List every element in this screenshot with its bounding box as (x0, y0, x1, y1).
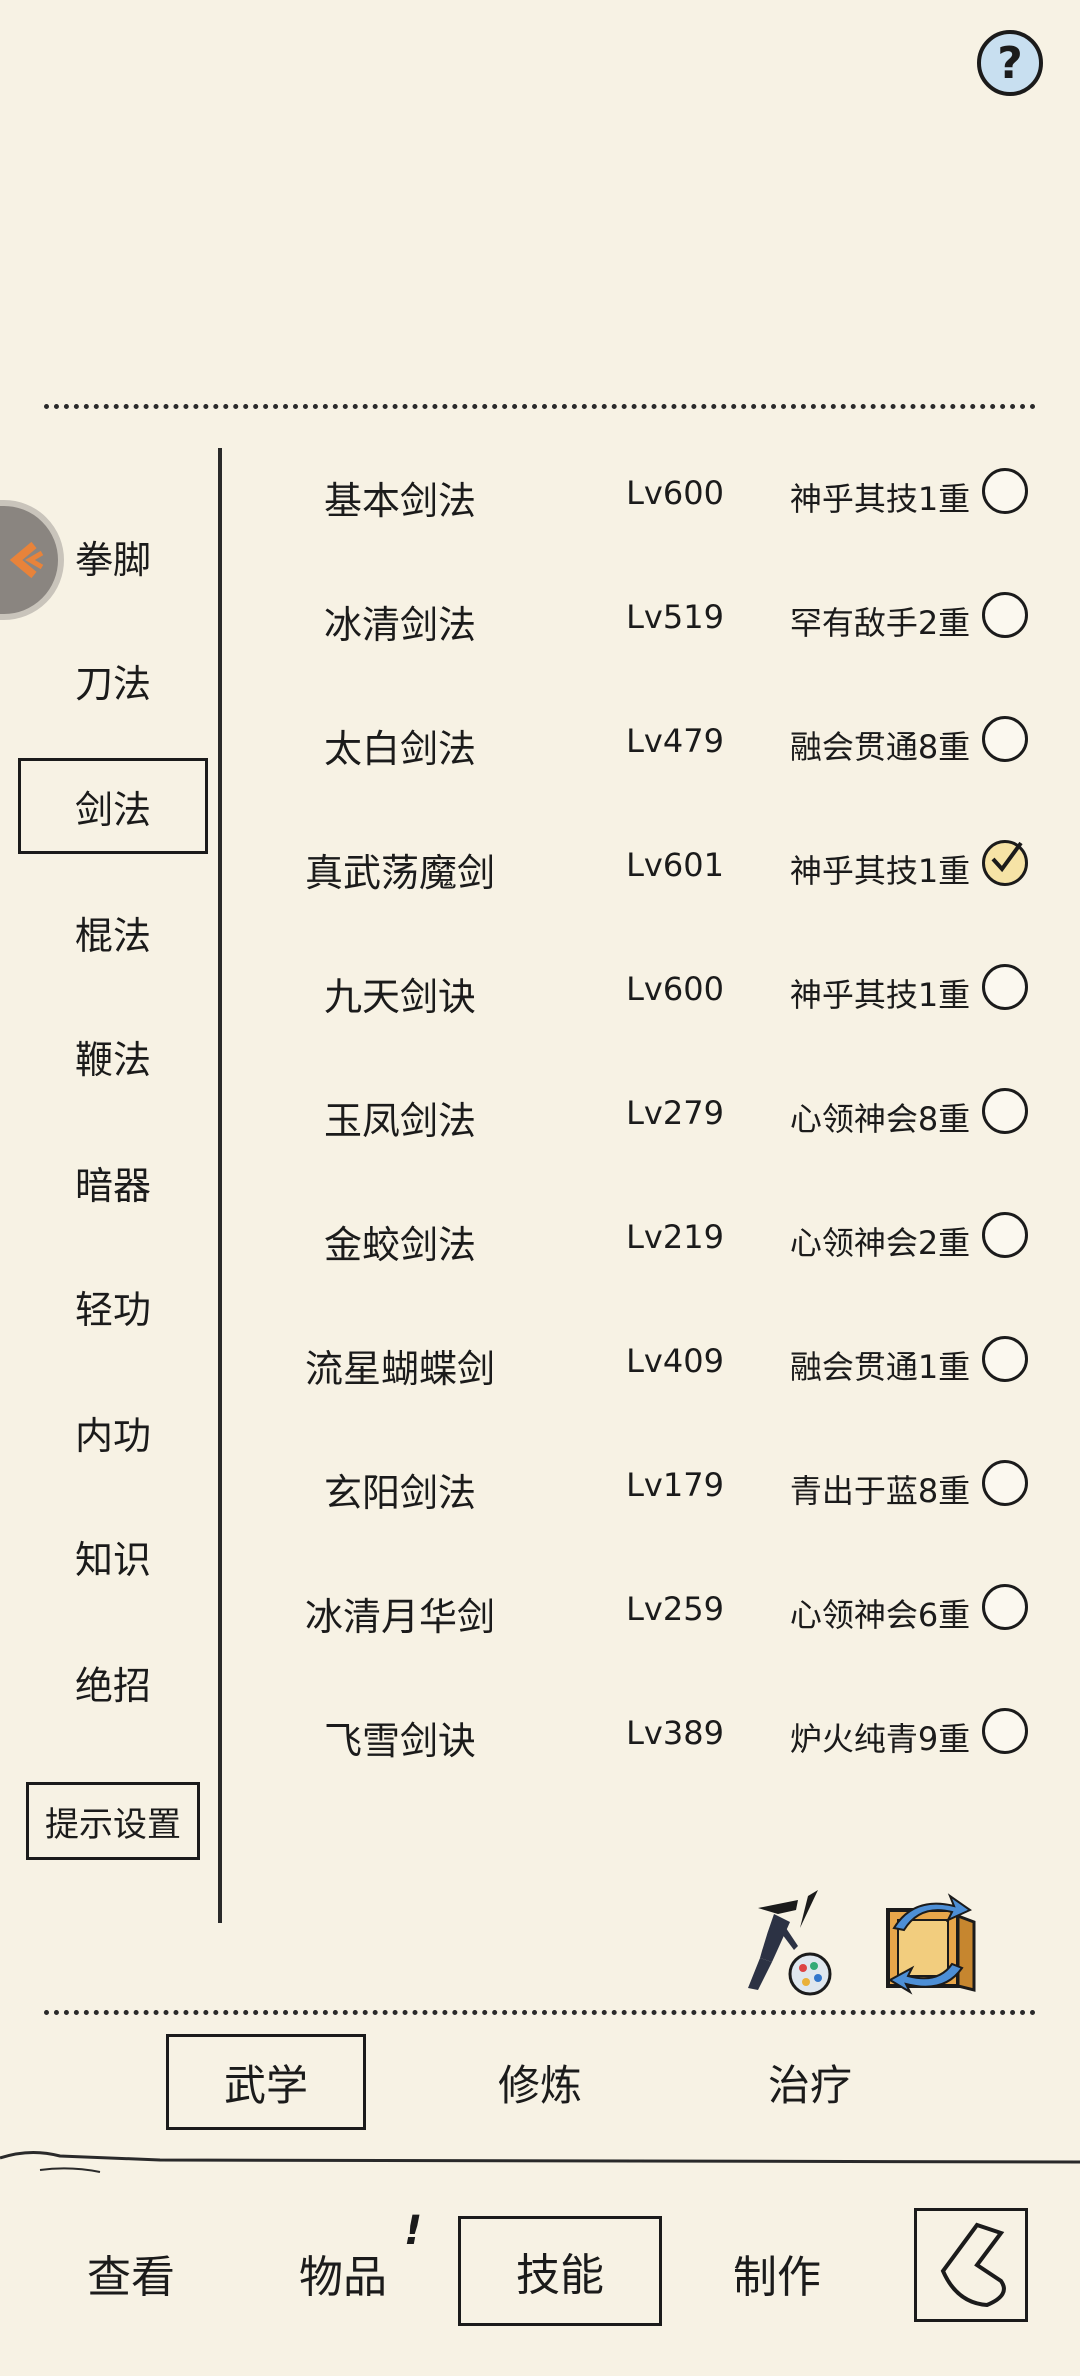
back-button[interactable] (914, 2208, 1028, 2322)
tab-label: 治疗 (767, 2060, 852, 2110)
category-gunfa[interactable]: 棍法 (18, 884, 208, 980)
skill-row[interactable]: 冰清剑法 Lv519 罕有敌手2重 (230, 554, 1050, 678)
nav-view[interactable]: 查看 (56, 2218, 206, 2328)
category-label: 暗器 (74, 1163, 151, 1208)
select-radio[interactable] (982, 1708, 1028, 1754)
skill-row[interactable]: 金蛟剑法 Lv219 心领神会2重 (230, 1174, 1050, 1298)
skill-name: 真武荡魔剑 (304, 851, 495, 895)
skill-name: 冰清月华剑 (304, 1595, 495, 1639)
skill-name: 冰清剑法 (323, 603, 476, 647)
nav-label: 查看 (87, 2252, 175, 2303)
nav-skills[interactable]: 技能 (458, 2216, 662, 2326)
swordsman-palette-icon[interactable] (738, 1888, 838, 1998)
category-label: 拳脚 (74, 537, 151, 582)
nav-label: 物品 (299, 2252, 387, 2303)
tool-icons (738, 1888, 988, 1998)
tab-label: 修炼 (497, 2060, 582, 2110)
category-label: 知识 (74, 1537, 151, 1582)
select-radio[interactable] (982, 1336, 1028, 1382)
select-radio[interactable] (982, 1088, 1028, 1134)
new-badge: ! (404, 2208, 423, 2254)
hint-settings-button[interactable]: 提示设置 (26, 1782, 200, 1860)
top-divider (44, 404, 1036, 409)
select-radio[interactable] (982, 1212, 1028, 1258)
skill-row[interactable]: 飞雪剑诀 Lv389 炉火纯青9重 (230, 1670, 1050, 1794)
hint-settings-label: 提示设置 (45, 1804, 181, 1845)
category-label: 剑法 (74, 787, 151, 832)
select-radio[interactable] (982, 716, 1028, 762)
skill-row[interactable]: 真武荡魔剑 Lv601 神乎其技1重 (230, 802, 1050, 926)
skill-name: 玄阳剑法 (323, 1471, 476, 1515)
category-zhishi[interactable]: 知识 (18, 1508, 208, 1604)
skill-name: 太白剑法 (323, 727, 476, 771)
checkmark-icon (991, 841, 1023, 873)
swap-book-icon[interactable] (874, 1888, 984, 1998)
skill-row[interactable]: 玄阳剑法 Lv179 青出于蓝8重 (230, 1422, 1050, 1546)
tab-xiulian[interactable]: 修炼 (440, 2034, 640, 2130)
category-daofa[interactable]: 刀法 (18, 632, 208, 728)
bottom-divider (44, 2010, 1036, 2015)
category-label: 鞭法 (74, 1037, 151, 1082)
category-juezhao[interactable]: 绝招 (18, 1634, 208, 1730)
skill-row[interactable]: 太白剑法 Lv479 融会贯通8重 (230, 678, 1050, 802)
select-radio-checked[interactable] (982, 840, 1028, 886)
category-divider (218, 448, 222, 1923)
tab-label: 武学 (223, 2060, 308, 2110)
category-qinggong[interactable]: 轻功 (18, 1258, 208, 1354)
skill-row[interactable]: 基本剑法 Lv600 神乎其技1重 (230, 430, 1050, 554)
category-label: 内功 (74, 1413, 151, 1458)
select-radio[interactable] (982, 964, 1028, 1010)
skill-row[interactable]: 流星蝴蝶剑 Lv409 融会贯通1重 (230, 1298, 1050, 1422)
nav-craft[interactable]: 制作 (702, 2218, 852, 2328)
skill-name: 玉凤剑法 (323, 1099, 476, 1143)
category-jianfa[interactable]: 剑法 (18, 758, 208, 854)
category-label: 刀法 (74, 661, 151, 706)
category-bianfa[interactable]: 鞭法 (18, 1008, 208, 1104)
skill-row[interactable]: 冰清月华剑 Lv259 心领神会6重 (230, 1546, 1050, 1670)
category-quanjiao[interactable]: 拳脚 (18, 508, 208, 604)
skill-name: 金蛟剑法 (323, 1223, 476, 1267)
skill-row[interactable]: 九天剑诀 Lv600 神乎其技1重 (230, 926, 1050, 1050)
nav-items[interactable]: 物品 (268, 2218, 418, 2328)
category-neigong[interactable]: 内功 (18, 1384, 208, 1480)
category-label: 绝招 (74, 1663, 151, 1708)
select-radio[interactable] (982, 592, 1028, 638)
tab-zhiliao[interactable]: 治疗 (710, 2034, 910, 2130)
skill-name: 流星蝴蝶剑 (304, 1347, 495, 1391)
select-radio[interactable] (982, 468, 1028, 514)
category-anqi[interactable]: 暗器 (18, 1134, 208, 1230)
question-icon: ? (997, 37, 1023, 89)
skill-name: 九天剑诀 (323, 975, 476, 1019)
nav-label: 技能 (516, 2250, 604, 2301)
nav-label: 制作 (733, 2252, 821, 2303)
select-radio[interactable] (982, 1460, 1028, 1506)
select-radio[interactable] (982, 1584, 1028, 1630)
back-arrow-icon (940, 2222, 1006, 2308)
help-button[interactable]: ? (977, 30, 1043, 96)
category-label: 棍法 (74, 913, 151, 958)
category-label: 轻功 (74, 1287, 151, 1332)
skill-name: 飞雪剑诀 (323, 1719, 476, 1763)
ink-divider (0, 2151, 1080, 2173)
subtab-bar: 武学 修炼 治疗 (0, 2034, 1080, 2134)
skill-name: 基本剑法 (323, 479, 476, 523)
skill-row[interactable]: 玉凤剑法 Lv279 心领神会8重 (230, 1050, 1050, 1174)
tab-wuxue[interactable]: 武学 (166, 2034, 366, 2130)
